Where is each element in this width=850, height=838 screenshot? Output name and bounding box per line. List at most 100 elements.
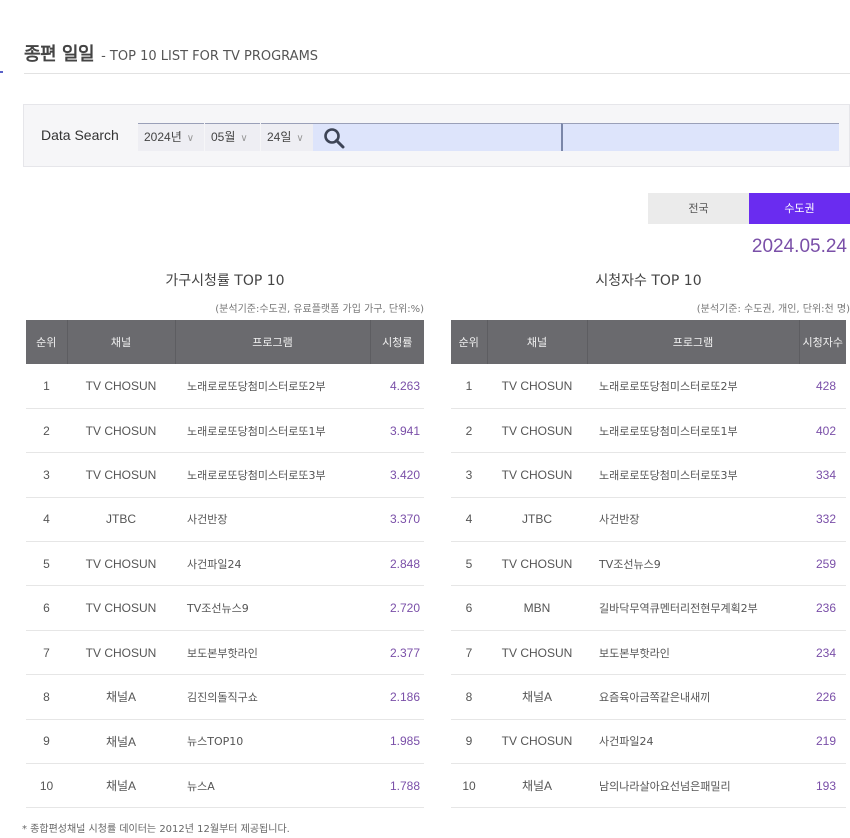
chevron-down-icon: ∨ xyxy=(240,133,248,144)
value-cell: 3.420 xyxy=(370,452,424,498)
rank-cell: 6 xyxy=(26,585,67,631)
channel-cell: 채널A xyxy=(487,763,587,809)
program-cell: 보도본부핫라인 xyxy=(175,630,370,676)
table-row: 4 JTBC 사건반장 332 xyxy=(451,497,846,543)
value-cell: 3.370 xyxy=(370,497,424,543)
month-value: 05월 xyxy=(211,130,236,144)
program-cell: 사건반장 xyxy=(175,497,370,543)
tab-nationwide[interactable]: 전국 xyxy=(648,193,749,224)
value-cell: 334 xyxy=(799,452,846,498)
table-row: 9 채널A 뉴스TOP10 1.985 xyxy=(26,719,424,765)
table-row: 8 채널A 김진의돌직구쇼 2.186 xyxy=(26,674,424,720)
table-row: 5 TV CHOSUN TV조선뉴스9 259 xyxy=(451,541,846,587)
column-header-rank: 순위 xyxy=(26,320,68,364)
column-header-program: 프로그램 xyxy=(175,320,371,364)
program-cell: 사건반장 xyxy=(587,497,799,543)
rank-cell: 4 xyxy=(26,497,67,543)
channel-cell: TV CHOSUN xyxy=(487,452,587,498)
rank-cell: 9 xyxy=(451,719,487,765)
table-row: 10 채널A 남의나라살아요선넘은패밀리 193 xyxy=(451,763,846,809)
channel-cell: 채널A xyxy=(67,719,175,765)
channel-cell: JTBC xyxy=(67,497,175,543)
value-cell: 2.377 xyxy=(370,630,424,676)
table-header-row: 순위 채널 프로그램 시청자수 xyxy=(451,320,846,364)
year-select[interactable]: 2024년 ∨ xyxy=(138,123,204,151)
rank-cell: 3 xyxy=(26,452,67,498)
rank-cell: 1 xyxy=(451,364,487,409)
table-row: 1 TV CHOSUN 노래로로또당첨미스터로또2부 428 xyxy=(451,364,846,409)
channel-cell: TV CHOSUN xyxy=(487,364,587,409)
search-label: Data Search xyxy=(41,127,119,143)
channel-cell: TV CHOSUN xyxy=(67,452,175,498)
channel-cell: TV CHOSUN xyxy=(487,719,587,765)
program-cell: 길바닥무역큐멘터리전현무계획2부 xyxy=(587,585,799,631)
section-note: (분석기준: 수도권, 개인, 단위:천 명) xyxy=(696,304,850,315)
program-cell: 요즘육아금쪽같은내새끼 xyxy=(587,674,799,720)
table-row: 3 TV CHOSUN 노래로로또당첨미스터로또3부 334 xyxy=(451,452,846,498)
section-note: (분석기준:수도권, 유료플랫폼 가입 가구, 단위:%) xyxy=(215,304,424,315)
program-cell: 뉴스TOP10 xyxy=(175,719,370,765)
search-panel: Data Search 2024년 ∨ 05월 ∨ 24일 ∨ xyxy=(23,104,850,167)
chevron-down-icon: ∨ xyxy=(186,133,195,144)
program-cell: 사건파일24 xyxy=(587,719,799,765)
value-cell: 2.848 xyxy=(370,541,424,587)
table-row: 2 TV CHOSUN 노래로로또당첨미스터로또1부 3.941 xyxy=(26,408,424,454)
value-cell: 193 xyxy=(799,763,846,809)
channel-cell: 채널A xyxy=(67,763,175,809)
column-header-channel: 채널 xyxy=(487,320,588,364)
rank-cell: 5 xyxy=(26,541,67,587)
search-input-secondary[interactable] xyxy=(561,123,839,151)
viewer-count-section: 시청자수 TOP 10 (분석기준: 수도권, 개인, 단위:천 명) 순위 채… xyxy=(451,270,850,809)
table-row: 3 TV CHOSUN 노래로로또당첨미스터로또3부 3.420 xyxy=(26,452,424,498)
program-cell: 사건파일24 xyxy=(175,541,370,587)
channel-cell: TV CHOSUN xyxy=(487,541,587,587)
program-cell: 노래로로또당첨미스터로또1부 xyxy=(175,408,370,454)
chevron-down-icon: ∨ xyxy=(296,133,304,144)
rank-cell: 9 xyxy=(26,719,67,765)
table-header-row: 순위 채널 프로그램 시청률 xyxy=(26,320,424,364)
program-cell: 뉴스A xyxy=(175,763,370,809)
table-row: 4 JTBC 사건반장 3.370 xyxy=(26,497,424,543)
program-cell: 노래로로또당첨미스터로또3부 xyxy=(175,452,370,498)
year-value: 2024년 xyxy=(144,130,182,144)
table-row: 10 채널A 뉴스A 1.788 xyxy=(26,763,424,809)
program-cell: 노래로로또당첨미스터로또2부 xyxy=(175,364,370,409)
table-row: 7 TV CHOSUN 보도본부핫라인 234 xyxy=(451,630,846,676)
day-select[interactable]: 24일 ∨ xyxy=(261,123,313,151)
rank-cell: 7 xyxy=(451,630,487,676)
table-row: 2 TV CHOSUN 노래로로또당첨미스터로또1부 402 xyxy=(451,408,846,454)
value-cell: 3.941 xyxy=(370,408,424,454)
table-row: 1 TV CHOSUN 노래로로또당첨미스터로또2부 4.263 xyxy=(26,364,424,409)
household-rating-section: 가구시청률 TOP 10 (분석기준:수도권, 유료플랫폼 가입 가구, 단위:… xyxy=(26,270,424,809)
page-title: 종편 일일 xyxy=(24,44,95,65)
table-row: 8 채널A 요즘육아금쪽같은내새끼 226 xyxy=(451,674,846,720)
channel-cell: TV CHOSUN xyxy=(487,408,587,454)
channel-cell: 채널A xyxy=(487,674,587,720)
value-cell: 236 xyxy=(799,585,846,631)
rank-cell: 8 xyxy=(451,674,487,720)
table-row: 6 TV CHOSUN TV조선뉴스9 2.720 xyxy=(26,585,424,631)
rank-cell: 4 xyxy=(451,497,487,543)
program-cell: 노래로로또당첨미스터로또2부 xyxy=(587,364,799,409)
program-cell: TV조선뉴스9 xyxy=(175,585,370,631)
tab-capital-area[interactable]: 수도권 xyxy=(749,193,850,224)
search-input[interactable] xyxy=(313,123,562,151)
table-row: 7 TV CHOSUN 보도본부핫라인 2.377 xyxy=(26,630,424,676)
rank-cell: 10 xyxy=(451,763,487,809)
channel-cell: 채널A xyxy=(67,674,175,720)
table-row: 5 TV CHOSUN 사건파일24 2.848 xyxy=(26,541,424,587)
rank-cell: 3 xyxy=(451,452,487,498)
program-cell: 남의나라살아요선넘은패밀리 xyxy=(587,763,799,809)
month-select[interactable]: 05월 ∨ xyxy=(205,123,260,151)
rank-cell: 1 xyxy=(26,364,67,409)
value-cell: 219 xyxy=(799,719,846,765)
value-cell: 234 xyxy=(799,630,846,676)
value-cell: 226 xyxy=(799,674,846,720)
search-icon[interactable] xyxy=(323,127,347,149)
rank-cell: 7 xyxy=(26,630,67,676)
rank-cell: 10 xyxy=(26,763,67,809)
channel-cell: TV CHOSUN xyxy=(67,585,175,631)
program-cell: 보도본부핫라인 xyxy=(587,630,799,676)
table-row: 6 MBN 길바닥무역큐멘터리전현무계획2부 236 xyxy=(451,585,846,631)
channel-cell: TV CHOSUN xyxy=(67,364,175,409)
